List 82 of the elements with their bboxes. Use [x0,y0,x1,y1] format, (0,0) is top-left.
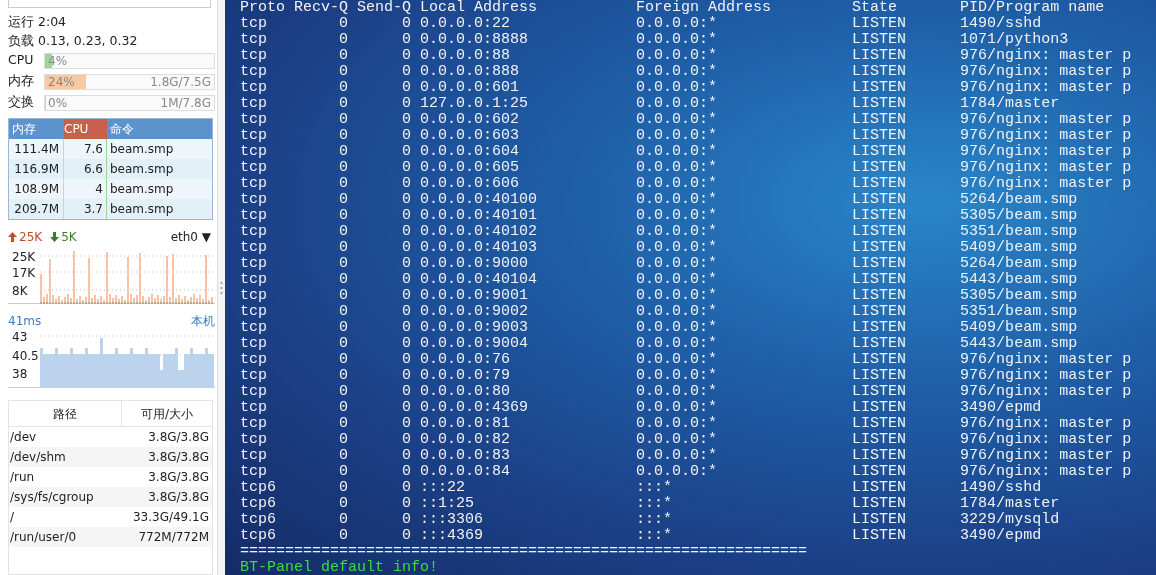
down-arrow-icon [50,232,60,242]
table-cell-text: /dev [10,429,37,446]
latency-text: 41ms [8,313,42,330]
terminal-line: tcp 0 0 0.0.0.0:602 0.0.0.0:* LISTEN 976/nginx: master p [240,112,1133,128]
table-cell-text: /dev/shm [10,449,66,466]
table-cell-text: 3.8G/3.8G [148,489,209,506]
terminal-line: BT-Panel default info! [240,560,440,575]
uptime-text: 运行 2:04 [8,13,68,31]
terminal-line: tcp 0 0 0.0.0.0:4369 0.0.0.0:* LISTEN 3490/epmd [240,400,1043,416]
interface-dropdown[interactable]: eth0 ▼ [170,228,211,246]
terminal-line: tcp 0 0 0.0.0.0:9000 0.0.0.0:* LISTEN 5264/beam.smp [240,256,1079,272]
table-cell-text: 3.8G/3.8G [148,469,209,486]
terminal-line: =============================================================== [240,544,809,560]
terminal-line: tcp 0 0 0.0.0.0:79 0.0.0.0:* LISTEN 976/nginx: master p [240,368,1133,384]
terminal-line: tcp 0 0 127.0.0.1:25 0.0.0.0:* LISTEN 1784/master [240,96,1061,112]
terminal-line: tcp 0 0 0.0.0.0:605 0.0.0.0:* LISTEN 976/nginx: master p [240,160,1133,176]
column-header[interactable]: 内存 [9,119,64,139]
table-cell-text: beam.smp [109,201,175,218]
column-header[interactable]: 路径 [9,401,122,426]
table-cell-text: /run/user/0 [10,529,77,546]
table-cell-text: 33.3G/49.1G [132,509,209,526]
terminal-line: tcp 0 0 0.0.0.0:9004 0.0.0.0:* LISTEN 5443/beam.smp [240,336,1079,352]
table-cell-text: /run [10,469,35,486]
terminal-line: tcp 0 0 0.0.0.0:76 0.0.0.0:* LISTEN 976/nginx: master p [240,352,1133,368]
terminal-line: tcp 0 0 0.0.0.0:83 0.0.0.0:* LISTEN 976/nginx: master p [240,448,1133,464]
meter-label: CPU [8,51,35,70]
terminal-line: tcp 0 0 0.0.0.0:82 0.0.0.0:* LISTEN 976/nginx: master p [240,432,1133,448]
terminal-line: tcp 0 0 0.0.0.0:40103 0.0.0.0:* LISTEN 5409/beam.smp [240,240,1079,256]
terminal-line: tcp 0 0 0.0.0.0:84 0.0.0.0:* LISTEN 976/nginx: master p [240,464,1133,480]
table-cell-text: beam.smp [109,161,175,178]
meter-label: 交换 [8,93,35,112]
host-link[interactable]: 本机 [191,312,215,330]
table-cell-text: beam.smp [109,181,175,198]
table-cell-text: beam.smp [109,141,175,158]
terminal-line: tcp 0 0 0.0.0.0:88 0.0.0.0:* LISTEN 976/nginx: master p [240,48,1133,64]
terminal-line: tcp 0 0 0.0.0.0:22 0.0.0.0:* LISTEN 1490/sshd [240,16,1043,32]
axis-label: 17K [12,265,36,282]
column-header[interactable]: CPU [64,119,107,139]
terminal-line: tcp 0 0 0.0.0.0:40100 0.0.0.0:* LISTEN 5264/beam.smp [240,192,1079,208]
terminal-line: tcp 0 0 0.0.0.0:40102 0.0.0.0:* LISTEN 5351/beam.smp [240,224,1079,240]
terminal-line: tcp 0 0 0.0.0.0:9001 0.0.0.0:* LISTEN 5305/beam.smp [240,288,1079,304]
table-cell-text: 3.8G/3.8G [148,449,209,466]
terminal-line: tcp6 0 0 :::22 :::* LISTEN 1490/sshd [240,480,1043,496]
grip-icon[interactable] [220,280,223,295]
terminal-line: tcp6 0 0 ::1:25 :::* LISTEN 1784/master [240,496,1061,512]
axis-label: 25K [12,249,36,266]
meter-percent: 24% [48,73,75,91]
column-header[interactable]: 命令 [107,119,212,139]
terminal-line: tcp 0 0 0.0.0.0:9002 0.0.0.0:* LISTEN 5351/beam.smp [240,304,1079,320]
table-cell-text: 772M/772M [138,529,209,546]
upload-rate: 25K [19,229,43,246]
table-cell-text: / [10,509,15,526]
terminal-line: tcp 0 0 0.0.0.0:81 0.0.0.0:* LISTEN 976/nginx: master p [240,416,1133,432]
terminal-line: tcp6 0 0 :::4369 :::* LISTEN 3490/epmd [240,528,1043,544]
axis-label: 40.5 [12,348,39,365]
terminal-line: tcp 0 0 0.0.0.0:604 0.0.0.0:* LISTEN 976/nginx: master p [240,144,1133,160]
axis-label: 43 [12,329,28,346]
terminal-line: Proto Recv-Q Send-Q Local Address Foreign Address State PID/Program name [240,0,1106,16]
meter-reading: 1M/7.8G [160,94,211,112]
terminal-line: tcp 0 0 0.0.0.0:606 0.0.0.0:* LISTEN 976/nginx: master p [240,176,1133,192]
download-rate: 5K [61,229,77,246]
meter-percent: 0% [48,94,68,112]
load-text: 负载 0.13, 0.23, 0.32 [8,32,139,50]
up-arrow-icon [8,232,17,242]
meter-label: 内存 [8,72,35,91]
terminal-line: tcp6 0 0 :::3306 :::* LISTEN 3229/mysqld [240,512,1061,528]
table-cell-text: 3.8G/3.8G [148,429,209,446]
table-cell: 209.7M [9,199,64,219]
table-cell: 3.7 [64,199,107,219]
terminal-line: tcp 0 0 0.0.0.0:80 0.0.0.0:* LISTEN 976/nginx: master p [240,384,1133,400]
column-header[interactable]: 可用/大小 [122,401,212,426]
meter-reading: 1.8G/7.5G [150,73,211,91]
terminal-line: tcp 0 0 0.0.0.0:9003 0.0.0.0:* LISTEN 5409/beam.smp [240,320,1079,336]
terminal-line: tcp 0 0 0.0.0.0:888 0.0.0.0:* LISTEN 976/nginx: master p [240,64,1133,80]
axis-label: 8K [12,283,28,300]
terminal-line: tcp 0 0 0.0.0.0:40104 0.0.0.0:* LISTEN 5443/beam.smp [240,272,1079,288]
table-cell-text: /sys/fs/cgroup [10,489,94,506]
terminal-line: tcp 0 0 0.0.0.0:603 0.0.0.0:* LISTEN 976/nginx: master p [240,128,1133,144]
axis-label: 38 [12,366,28,383]
terminal-line: tcp 0 0 0.0.0.0:40101 0.0.0.0:* LISTEN 5305/beam.smp [240,208,1079,224]
terminal-line: tcp 0 0 0.0.0.0:8888 0.0.0.0:* LISTEN 1071/python3 [240,32,1070,48]
terminal-line: tcp 0 0 0.0.0.0:601 0.0.0.0:* LISTEN 976/nginx: master p [240,80,1133,96]
